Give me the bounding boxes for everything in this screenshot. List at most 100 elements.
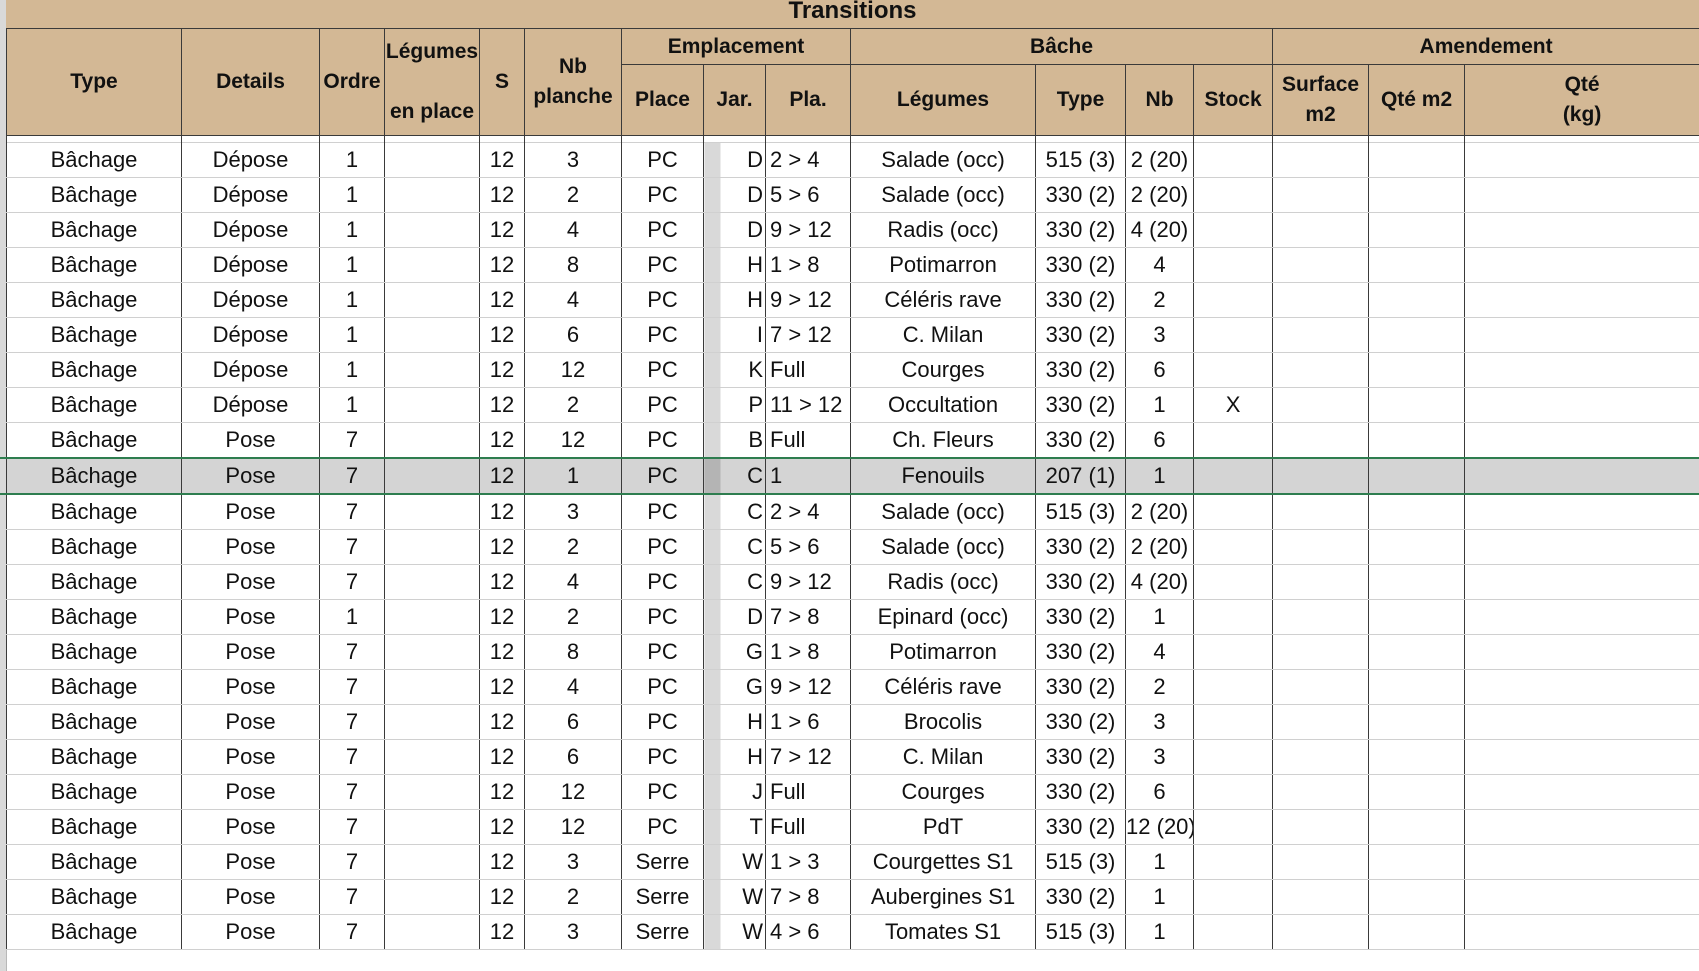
cell-bache-type[interactable]: 330 (2) [1035, 564, 1127, 600]
cell-s[interactable]: 12 [479, 634, 525, 670]
cell-ordre[interactable]: 1 [319, 387, 385, 423]
cell-nb-planche[interactable]: 6 [524, 317, 622, 353]
cell-nb[interactable]: 4 (20) [1125, 564, 1195, 600]
cell-s[interactable]: 12 [479, 529, 525, 565]
cell-jar[interactable]: G [703, 669, 766, 705]
cell-legumes-en-place[interactable] [384, 142, 480, 178]
cell-ordre[interactable]: 7 [319, 809, 385, 845]
cell-legumes-en-place[interactable] [384, 177, 480, 213]
cell-s[interactable]: 12 [479, 142, 525, 178]
table-row[interactable]: Bâchage Pose 7 12 3 Serre W 1 > 3 Courgettes S1 5… [6, 844, 1699, 880]
cell-jar[interactable]: I [703, 317, 766, 353]
cell-qte-m2[interactable] [1368, 634, 1466, 670]
cell-nb[interactable]: 2 (20) [1125, 529, 1195, 565]
header-surface-m2[interactable]: Surface m2 [1272, 64, 1370, 136]
cell-bache-type[interactable]: 330 (2) [1035, 212, 1127, 248]
cell-qte-m2[interactable] [1368, 669, 1466, 705]
cell-nb-planche[interactable]: 4 [524, 669, 622, 705]
cell-qte-m2[interactable] [1368, 704, 1466, 740]
header-ordre[interactable]: Ordre [319, 28, 385, 136]
cell-pla[interactable]: 2 > 4 [764, 142, 852, 178]
cell-place[interactable]: PC [621, 809, 704, 845]
cell-pla[interactable]: 7 > 8 [764, 599, 852, 635]
header-bache-stock[interactable]: Stock [1193, 64, 1274, 136]
cell-ordre[interactable]: 1 [319, 599, 385, 635]
cell-jar[interactable]: D [703, 212, 766, 248]
cell-qte-m2[interactable] [1368, 352, 1466, 388]
cell-surface[interactable] [1272, 879, 1370, 915]
cell-bache-type[interactable]: 330 (2) [1035, 774, 1127, 810]
cell-jar[interactable]: D [703, 142, 766, 178]
cell-surface[interactable] [1272, 739, 1370, 775]
cell-stock[interactable] [1193, 739, 1274, 775]
cell-legumes[interactable]: Radis (occ) [850, 212, 1037, 248]
cell-legumes-en-place[interactable] [384, 669, 480, 705]
cell-ordre[interactable]: 7 [319, 704, 385, 740]
table-row[interactable]: Bâchage Dépose 1 12 3 PC D 2 > 4 Salade (occ) 515… [6, 142, 1699, 178]
cell-stock[interactable] [1193, 142, 1274, 178]
cell-legumes[interactable]: C. Milan [850, 739, 1037, 775]
cell-details[interactable]: Dépose [181, 177, 320, 213]
cell-s[interactable]: 12 [479, 282, 525, 318]
table-row[interactable]: Bâchage Dépose 1 12 4 PC H 9 > 12 Céléris rave 33… [6, 282, 1699, 318]
table-row[interactable]: Bâchage Dépose 1 12 4 PC D 9 > 12 Radis (occ) 330… [6, 212, 1699, 248]
cell-qte-m2[interactable] [1368, 739, 1466, 775]
cell-bache-type[interactable]: 330 (2) [1035, 387, 1127, 423]
cell-qte-kg[interactable] [1464, 282, 1699, 318]
cell-bache-type[interactable]: 330 (2) [1035, 879, 1127, 915]
cell-legumes-en-place[interactable] [384, 247, 480, 283]
cell-pla[interactable]: Full [764, 774, 852, 810]
table-row[interactable]: Bâchage Pose 7 12 8 PC G 1 > 8 Potimarron 330 (2)… [6, 634, 1699, 670]
cell-legumes-en-place[interactable] [384, 774, 480, 810]
cell-details[interactable]: Dépose [181, 212, 320, 248]
table-row[interactable]: Bâchage Dépose 1 12 6 PC I 7 > 12 C. Milan 330 (2… [6, 317, 1699, 353]
cell-qte-kg[interactable] [1464, 599, 1699, 635]
cell-jar[interactable]: B [703, 422, 766, 459]
cell-legumes-en-place[interactable] [384, 809, 480, 845]
cell-s[interactable]: 12 [479, 564, 525, 600]
cell-s[interactable]: 12 [479, 247, 525, 283]
cell-pla[interactable]: 1 > 3 [764, 844, 852, 880]
cell-place[interactable]: PC [621, 142, 704, 178]
cell-bache-type[interactable]: 330 (2) [1035, 809, 1127, 845]
header-amendement[interactable]: Amendement [1272, 28, 1699, 65]
cell-ordre[interactable]: 1 [319, 142, 385, 178]
cell-bache-type[interactable]: 330 (2) [1035, 177, 1127, 213]
cell-qte-m2[interactable] [1368, 809, 1466, 845]
cell-stock[interactable] [1193, 704, 1274, 740]
cell-legumes[interactable]: Salade (occ) [850, 493, 1037, 530]
cell-qte-m2[interactable] [1368, 774, 1466, 810]
header-bache[interactable]: Bâche [850, 28, 1274, 65]
cell-stock[interactable] [1193, 493, 1274, 530]
cell-details[interactable]: Pose [181, 774, 320, 810]
cell-pla[interactable]: 5 > 6 [764, 177, 852, 213]
cell-pla[interactable]: 9 > 12 [764, 212, 852, 248]
table-row[interactable]: Bâchage Pose 7 12 12 PC T Full PdT 330 (2) 12 (20) [6, 809, 1699, 845]
cell-s[interactable]: 12 [479, 774, 525, 810]
cell-surface[interactable] [1272, 809, 1370, 845]
header-pla[interactable]: Pla. [764, 64, 852, 136]
cell-place[interactable]: PC [621, 457, 704, 495]
cell-s[interactable]: 12 [479, 212, 525, 248]
cell-details[interactable]: Dépose [181, 352, 320, 388]
cell-stock[interactable] [1193, 774, 1274, 810]
cell-nb[interactable]: 6 [1125, 352, 1195, 388]
cell-legumes[interactable]: Aubergines S1 [850, 879, 1037, 915]
cell-jar[interactable]: P [703, 387, 766, 423]
cell-type[interactable]: Bâchage [6, 774, 182, 810]
cell-s[interactable]: 12 [479, 177, 525, 213]
cell-surface[interactable] [1272, 317, 1370, 353]
cell-stock[interactable] [1193, 914, 1274, 950]
cell-jar[interactable]: T [703, 809, 766, 845]
cell-legumes[interactable]: Salade (occ) [850, 142, 1037, 178]
cell-legumes-en-place[interactable] [384, 387, 480, 423]
cell-legumes[interactable]: Courgettes S1 [850, 844, 1037, 880]
cell-s[interactable]: 12 [479, 457, 525, 495]
cell-jar[interactable]: H [703, 247, 766, 283]
cell-surface[interactable] [1272, 529, 1370, 565]
cell-pla[interactable]: Full [764, 352, 852, 388]
cell-nb-planche[interactable]: 2 [524, 599, 622, 635]
cell-surface[interactable] [1272, 247, 1370, 283]
cell-s[interactable]: 12 [479, 599, 525, 635]
cell-bache-type[interactable]: 330 (2) [1035, 704, 1127, 740]
